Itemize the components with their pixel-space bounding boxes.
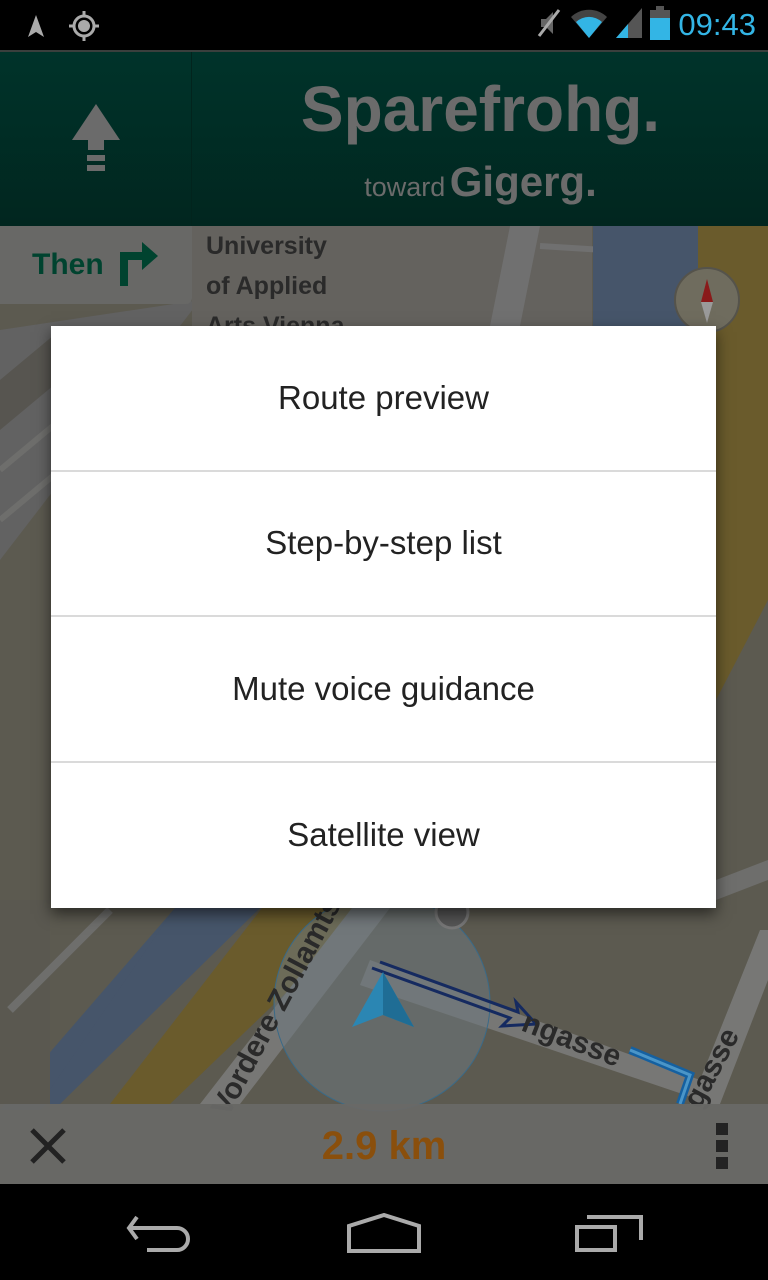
clock: 09:43: [678, 7, 756, 42]
menu-item-mute-voice-guidance[interactable]: Mute voice guidance: [51, 617, 716, 763]
remaining-distance: 2.9 km: [321, 1124, 447, 1168]
toward-line: toward Gigerg.: [193, 158, 768, 206]
maneuver-panel: [0, 52, 192, 228]
overflow-dot: [716, 1157, 728, 1169]
wifi-icon: [570, 8, 608, 43]
navigation-arrow-icon: [26, 13, 46, 44]
overflow-menu-button[interactable]: [700, 1116, 744, 1176]
system-navigation-bar: [0, 1184, 768, 1280]
current-street: Sparefrohg.: [300, 73, 661, 145]
menu-item-step-by-step-list[interactable]: Step-by-step list: [51, 472, 716, 617]
battery-icon: [650, 5, 671, 45]
menu-item-route-preview[interactable]: Route preview: [51, 326, 716, 472]
turn-right-icon: [116, 240, 160, 291]
recents-icon: [575, 1213, 645, 1258]
back-button[interactable]: [110, 1210, 210, 1260]
bottom-bar: 2.9 km: [0, 1104, 768, 1184]
navigation-header[interactable]: Sparefrohg. toward Gigerg.: [0, 50, 768, 228]
toward-street: Gigerg.: [449, 158, 597, 205]
then-label: Then: [32, 248, 104, 281]
home-button[interactable]: [334, 1210, 434, 1260]
recents-button[interactable]: [560, 1210, 660, 1260]
straight-arrow-icon: [70, 102, 122, 179]
next-maneuver: Then: [0, 226, 192, 304]
mute-icon: [536, 7, 562, 44]
poi-label: University of Applied Arts Vienna: [206, 232, 345, 328]
compass-icon[interactable]: [674, 267, 740, 333]
overflow-dot: [716, 1140, 728, 1152]
options-menu: Route preview Step-by-step list Mute voi…: [51, 326, 716, 908]
back-icon: [125, 1213, 195, 1258]
status-bar: 09:43: [0, 0, 768, 50]
menu-item-satellite-view[interactable]: Satellite view: [51, 763, 716, 909]
overflow-dot: [716, 1123, 728, 1135]
gps-locate-icon: [68, 10, 100, 47]
home-icon: [347, 1212, 421, 1258]
cell-signal-icon: [616, 7, 643, 43]
toward-label: toward: [364, 172, 446, 202]
